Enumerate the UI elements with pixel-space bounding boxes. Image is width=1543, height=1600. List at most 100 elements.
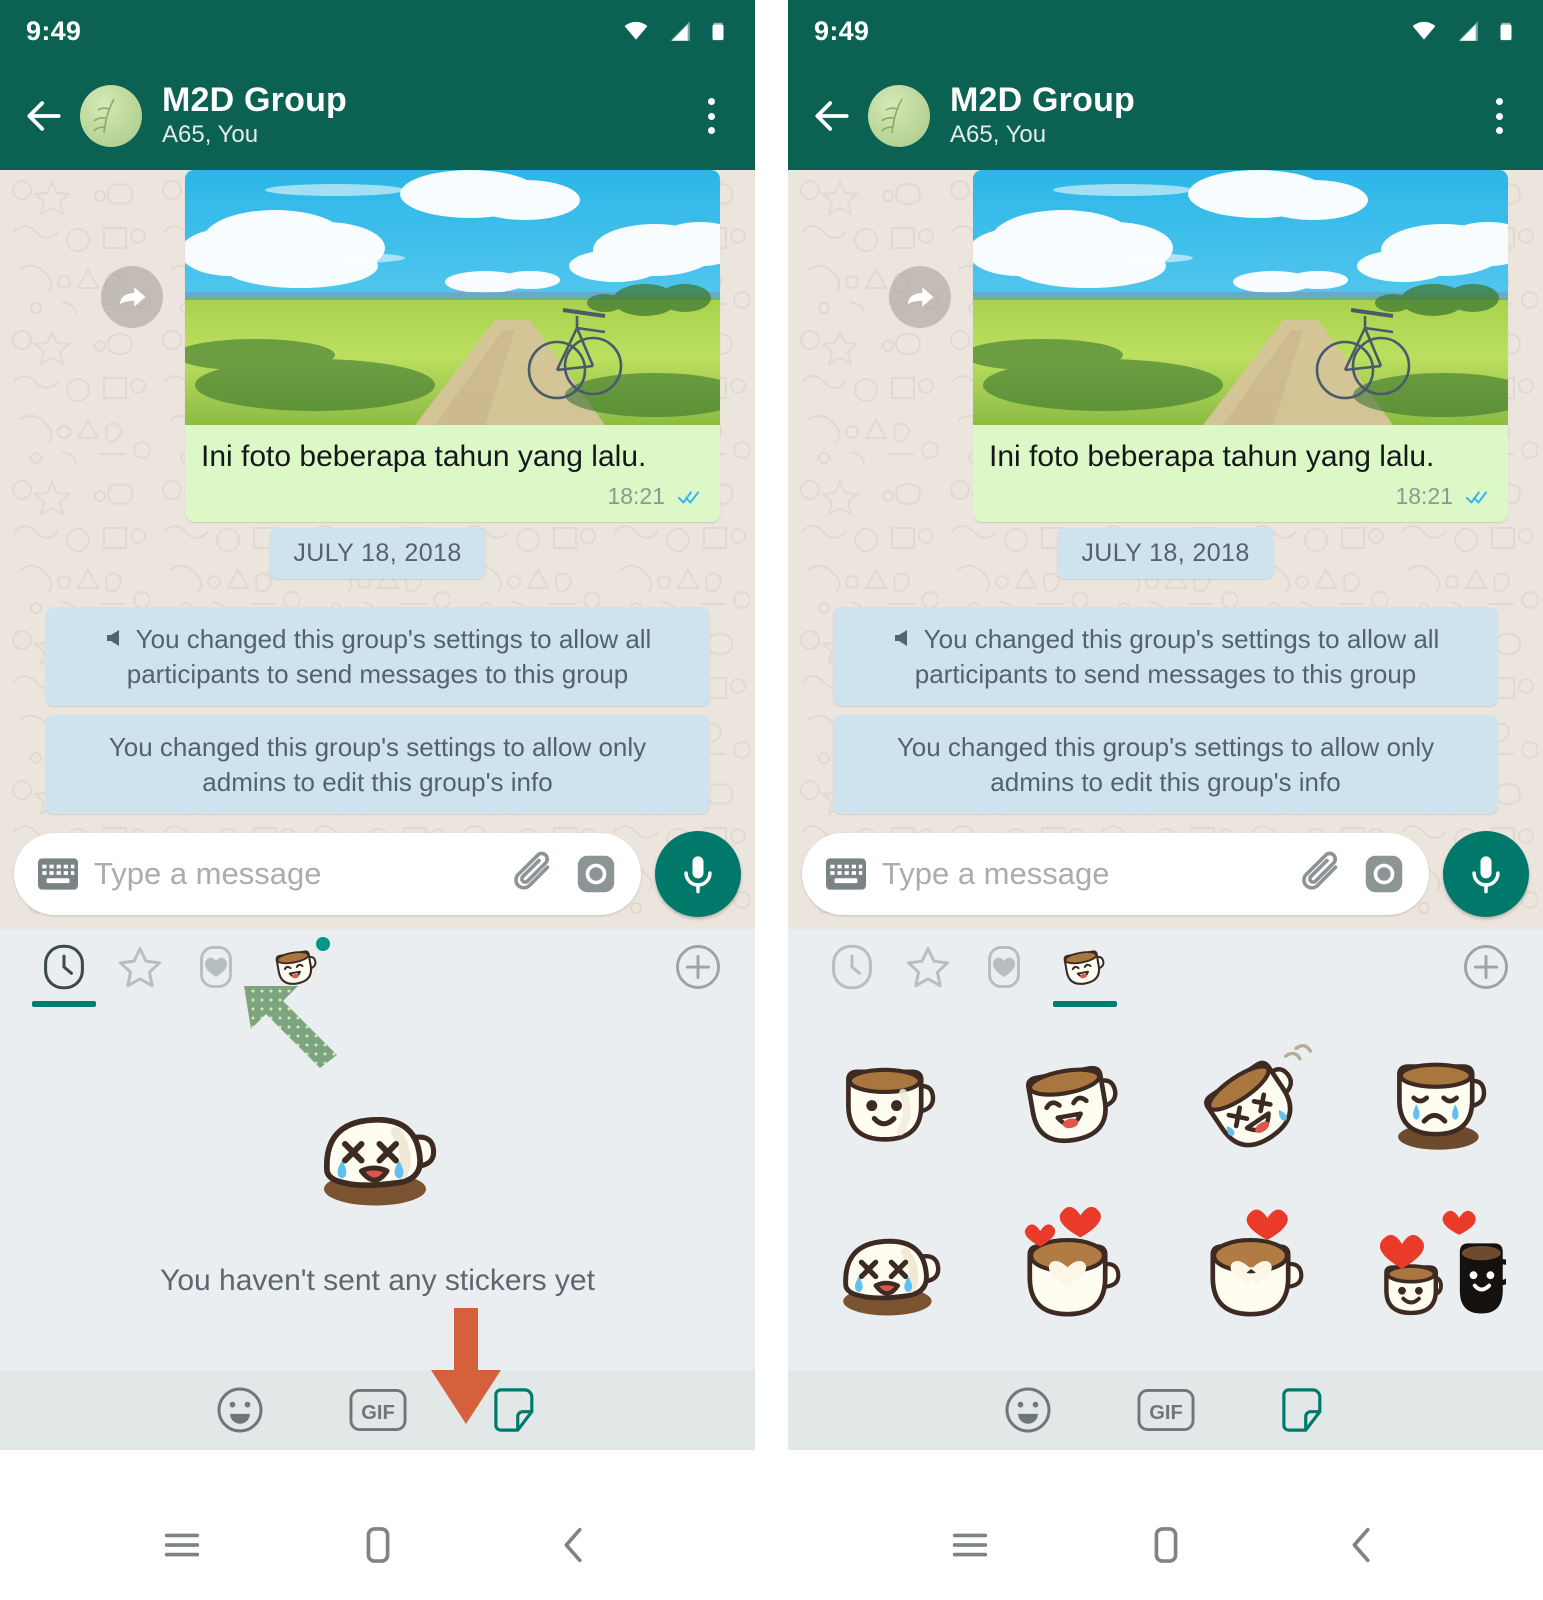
date-divider: JULY 18, 2018: [788, 528, 1543, 579]
message-photo[interactable]: [185, 170, 720, 425]
sticker-item-two-cups-in-love[interactable]: [1376, 1205, 1506, 1335]
date-chip: JULY 18, 2018: [1057, 528, 1274, 579]
sticker-item-laughing-cup[interactable]: [1009, 1038, 1139, 1168]
outgoing-message-bubble[interactable]: Ini foto beberapa tahun yang lalu. 18:21: [973, 170, 1508, 522]
sidebar-item-coffee-pack-tab[interactable]: [1042, 929, 1128, 1007]
paperclip-icon[interactable]: [1299, 851, 1345, 897]
home-icon[interactable]: [1142, 1521, 1190, 1569]
gif-tab[interactable]: [347, 1385, 409, 1435]
active-tab-underline: [32, 1001, 96, 1007]
message-input-bar: Type a message: [788, 819, 1543, 929]
search-input[interactable]: Type a message: [94, 856, 495, 892]
avatar[interactable]: [868, 85, 930, 147]
forward-arrow-icon[interactable]: [101, 266, 163, 328]
sidebar-item-favorites-tab[interactable]: [890, 929, 966, 1005]
message-text: Ini foto beberapa tahun yang lalu.: [989, 440, 1435, 473]
page-title: M2D Group: [162, 80, 348, 119]
gif-icon: [1136, 1387, 1196, 1433]
back-arrow-icon[interactable]: [22, 94, 66, 138]
paperclip-icon[interactable]: [511, 851, 557, 897]
nav-back-icon[interactable]: [550, 1521, 598, 1569]
sticker-grid: [788, 1019, 1543, 1370]
sticker-tab[interactable]: [491, 1385, 541, 1435]
recents-icon[interactable]: [946, 1521, 994, 1569]
status-icons: [621, 17, 729, 45]
sticker-item-crying-spilled-cup[interactable]: [825, 1205, 955, 1335]
sidebar-item-coffee-pack-tab[interactable]: [254, 929, 340, 1005]
nav-back-icon[interactable]: [1338, 1521, 1386, 1569]
add-sticker-pack-button[interactable]: [667, 936, 729, 998]
gif-tab[interactable]: [1135, 1385, 1197, 1435]
home-icon[interactable]: [354, 1521, 402, 1569]
battery-icon: [1495, 17, 1517, 45]
active-tab-underline: [1053, 1001, 1117, 1007]
double-check-read-icon: [674, 486, 704, 508]
crying-spilled-cup-sticker: [293, 1078, 463, 1228]
empty-state: You haven't sent any stickers yet: [0, 1015, 755, 1360]
gif-icon: [348, 1387, 408, 1433]
message-meta: 18:21: [973, 475, 1508, 522]
message-time: 18:21: [607, 483, 665, 509]
status-bar: 9:49: [0, 0, 755, 62]
wifi-icon: [1409, 18, 1439, 44]
chat-titles[interactable]: M2D Group A65, You: [162, 80, 348, 151]
microphone-icon[interactable]: [1443, 831, 1529, 917]
add-sticker-pack-button[interactable]: [1455, 936, 1517, 998]
forward-arrow-icon[interactable]: [889, 266, 951, 328]
chat-message-area: Ini foto beberapa tahun yang lalu. 18:21…: [0, 170, 755, 929]
back-arrow-icon[interactable]: [810, 94, 854, 138]
sticker-panel: [788, 929, 1543, 1450]
sticker-pack-tabs: [0, 929, 755, 1007]
app-bar: M2D Group A65, You: [0, 62, 755, 170]
system-message: You changed this group's settings to all…: [45, 607, 710, 707]
message-input-bar: Type a message: [0, 819, 755, 929]
overflow-menu-icon[interactable]: [1477, 93, 1521, 139]
chat-titles[interactable]: M2D Group A65, You: [950, 81, 1135, 151]
message-input-pill[interactable]: Type a message: [14, 833, 641, 915]
wifi-icon: [621, 18, 651, 44]
sidebar-item-favorites-tab[interactable]: [102, 929, 178, 1005]
coffee-cup-icon: [1056, 938, 1114, 996]
sidebar-item-recents-tab[interactable]: [26, 929, 102, 1007]
sticker-tab[interactable]: [1279, 1385, 1329, 1435]
message-input-pill[interactable]: Type a message: [802, 833, 1429, 915]
status-time: 9:49: [814, 15, 870, 46]
chat-message-area: Ini foto beberapa tahun yang lalu. 18:21…: [788, 170, 1543, 929]
sticker-item-crying-sad-cup[interactable]: [1376, 1038, 1506, 1168]
outgoing-message-bubble[interactable]: Ini foto beberapa tahun yang lalu. 18:21: [185, 170, 720, 522]
sticker-item-broken-heart-latte[interactable]: [1192, 1205, 1322, 1335]
camera-icon[interactable]: [573, 851, 619, 897]
panel-divider: [755, 0, 788, 1600]
sticker-item-laughing-crying-tilted-cup[interactable]: [1192, 1038, 1322, 1168]
recents-icon[interactable]: [158, 1521, 206, 1569]
sidebar-item-recents-tab[interactable]: [814, 929, 890, 1005]
sticker-pack-tabs: [788, 929, 1543, 1007]
smiley-icon: [216, 1386, 264, 1434]
message-photo[interactable]: [973, 170, 1508, 425]
star-icon: [117, 944, 163, 990]
app-bar: M2D Group A65, You: [788, 62, 1543, 170]
camera-icon[interactable]: [1361, 851, 1407, 897]
microphone-icon[interactable]: [655, 831, 741, 917]
sticker-item-latte-heart-with-hearts[interactable]: [1009, 1205, 1139, 1335]
sticker-item-smiling-cup[interactable]: [825, 1038, 955, 1168]
keyboard-icon[interactable]: [826, 858, 866, 890]
overflow-menu-icon[interactable]: [689, 93, 733, 139]
sidebar-item-hearts-pack-tab[interactable]: [178, 929, 254, 1005]
heart-icon: [982, 945, 1026, 989]
status-bar: 9:49: [788, 0, 1543, 62]
search-input[interactable]: Type a message: [882, 856, 1283, 892]
empty-state-text: You haven't sent any stickers yet: [160, 1263, 595, 1297]
message-time: 18:21: [1395, 483, 1453, 509]
keyboard-icon[interactable]: [38, 858, 78, 890]
sidebar-item-hearts-pack-tab[interactable]: [966, 929, 1042, 1005]
sticker-bottom-bar: [0, 1370, 755, 1450]
date-chip: JULY 18, 2018: [269, 528, 486, 579]
star-icon: [905, 944, 951, 990]
emoji-tab[interactable]: [1003, 1385, 1053, 1435]
right-screen: 9:49 M2D Group A65, You Ini foto beberap…: [788, 0, 1543, 1600]
android-nav-bar: [0, 1490, 755, 1600]
avatar[interactable]: [80, 85, 142, 147]
emoji-tab[interactable]: [215, 1385, 265, 1435]
double-check-read-icon: [1462, 486, 1492, 508]
